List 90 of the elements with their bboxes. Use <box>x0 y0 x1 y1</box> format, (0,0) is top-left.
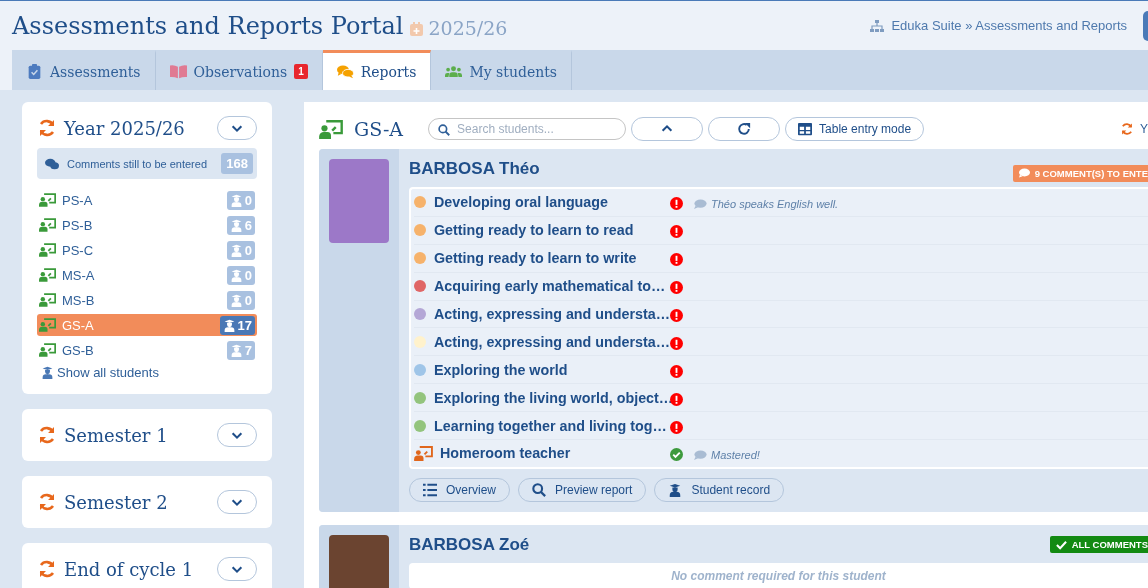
teacher-board-icon <box>39 318 56 332</box>
teacher-board-icon <box>39 193 56 207</box>
portal-title: Assessments and Reports Portal <box>12 11 404 40</box>
student-icon <box>229 343 243 357</box>
comment-text: Mastered! <box>711 448 760 461</box>
student-count: 0 <box>226 290 255 310</box>
book-icon <box>169 64 187 79</box>
student-icon <box>229 193 243 207</box>
student-icon <box>229 243 243 257</box>
competency-label[interactable]: Homeroom teacher <box>434 445 670 462</box>
teacher-board-icon <box>39 218 56 232</box>
refresh-icon <box>37 559 57 579</box>
period-label: Y <box>1140 122 1148 136</box>
student-name: BARBOSA Théo <box>409 159 540 179</box>
search-icon <box>438 124 451 136</box>
search-icon <box>532 482 546 497</box>
class-item[interactable]: GS-B 7 <box>37 339 257 361</box>
card-title: End of cycle 1 <box>64 558 195 580</box>
no-comment-note: No comment required for this student <box>409 562 1148 588</box>
teacher-board-icon <box>319 119 343 139</box>
table-icon <box>798 122 813 136</box>
competency-label[interactable]: Getting ready to learn to write <box>434 250 670 267</box>
refresh-icon <box>37 425 57 445</box>
competency-label[interactable]: Acting, expressing and understa… <box>434 333 670 350</box>
card-title: Semester 2 <box>64 491 169 513</box>
sitemap-icon <box>870 19 885 32</box>
comment-icon <box>694 449 707 460</box>
class-item[interactable]: PS-B 6 <box>37 214 257 236</box>
class-item[interactable]: GS-A 17 <box>37 314 257 336</box>
show-all-link[interactable]: Show all students <box>37 365 163 380</box>
competency-label[interactable]: Exploring the living world, object… <box>434 389 670 406</box>
competency-label[interactable]: Learning together and living tog… <box>434 417 670 434</box>
competency-label[interactable]: Getting ready to learn to read <box>434 222 670 239</box>
calendar-icon <box>410 21 424 36</box>
student-count: 6 <box>226 215 255 235</box>
class-title: GS-A <box>354 118 404 140</box>
competency-label[interactable]: Acquiring early mathematical to… <box>434 278 670 295</box>
student-icon <box>222 318 236 332</box>
tab[interactable]: Reports <box>322 50 432 90</box>
refresh-icon <box>37 118 57 138</box>
class-item[interactable]: PS-C 0 <box>37 239 257 261</box>
student-icon <box>41 366 54 379</box>
pending-label: Comments still to be entered <box>67 157 208 170</box>
reload-button[interactable] <box>708 117 781 141</box>
table-mode-button[interactable]: Table entry mode <box>785 117 925 141</box>
student-icon <box>229 293 243 307</box>
reload-icon <box>737 122 752 136</box>
chat-bubbles-icon <box>336 64 354 79</box>
teacher-board-icon <box>39 243 56 257</box>
teacher-board-icon <box>39 268 56 282</box>
breadcrumb[interactable]: Eduka Suite » Assessments and Reports <box>891 18 1127 33</box>
teacher-board-icon <box>39 293 56 307</box>
status-badge: 9 COMMENT(S) TO ENTE <box>1012 164 1148 182</box>
class-item[interactable]: MS-A 0 <box>37 264 257 286</box>
pending-count: 168 <box>221 153 253 174</box>
comment-text: Théo speaks English well. <box>711 197 839 210</box>
refresh-icon <box>1120 122 1134 136</box>
user-avatar[interactable] <box>1143 10 1148 41</box>
card-title: Semester 1 <box>64 424 169 446</box>
student-count: 0 <box>226 190 255 210</box>
competency-label[interactable]: Exploring the world <box>434 361 670 378</box>
graduate-icon <box>668 482 683 497</box>
student-icon <box>229 218 243 232</box>
school-year: 2025/26 <box>428 17 508 39</box>
comment-icon <box>694 198 707 209</box>
count-badge: 1 <box>294 64 308 79</box>
expand-button[interactable] <box>217 557 257 581</box>
student-count: 17 <box>219 315 255 335</box>
student-count: 7 <box>226 340 255 360</box>
teacher-board-icon <box>414 445 433 461</box>
users-icon <box>445 64 463 79</box>
class-item[interactable]: PS-A 0 <box>37 189 257 211</box>
teacher-board-icon <box>39 343 56 357</box>
search-field[interactable]: Search students... <box>428 118 627 140</box>
refresh-icon <box>37 492 57 512</box>
student-count: 0 <box>226 240 255 260</box>
list-icon <box>423 482 437 497</box>
status-badge: ALL COMMENTS <box>1049 536 1148 554</box>
card-title: Year 2025/26 <box>64 117 186 139</box>
expand-button[interactable] <box>217 490 257 514</box>
expand-button[interactable] <box>217 423 257 447</box>
student-count: 0 <box>226 265 255 285</box>
student-name: BARBOSA Zoé <box>409 534 530 555</box>
class-item[interactable]: MS-B 0 <box>37 289 257 311</box>
competency-label[interactable]: Developing oral language <box>434 194 670 211</box>
competency-label[interactable]: Acting, expressing and understa… <box>434 306 670 322</box>
student-icon <box>229 268 243 282</box>
chat-bubbles-icon <box>45 157 59 170</box>
expand-button[interactable] <box>217 116 257 140</box>
clipboard-icon <box>26 64 43 79</box>
